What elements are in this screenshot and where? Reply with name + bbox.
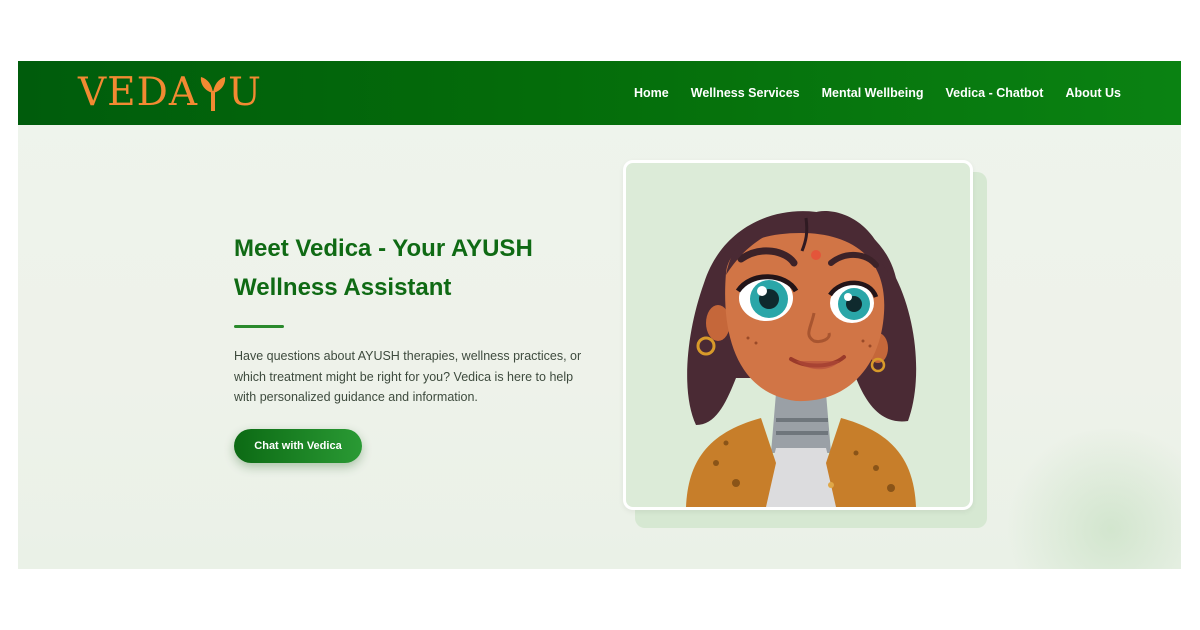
hero-content: Meet Vedica - Your AYUSH Wellness Assist… — [234, 229, 614, 463]
title-divider — [234, 325, 284, 328]
nav-vedica-chatbot[interactable]: Vedica - Chatbot — [946, 86, 1044, 100]
leaf-icon — [198, 73, 228, 113]
logo-text-left: VEDA — [78, 70, 199, 115]
navbar: VEDA U Home Wellness Services Mental Wel… — [18, 61, 1181, 125]
nav-mental-wellbeing[interactable]: Mental Wellbeing — [822, 86, 924, 100]
vedica-avatar-icon — [686, 210, 917, 507]
nav-wellness-services[interactable]: Wellness Services — [691, 86, 800, 100]
nav-home[interactable]: Home — [634, 86, 669, 100]
background-glow — [1001, 429, 1181, 569]
nav-about-us[interactable]: About Us — [1065, 86, 1121, 100]
page-frame: VEDA U Home Wellness Services Mental Wel… — [18, 61, 1181, 569]
vedica-avatar-card — [623, 160, 973, 510]
main-nav: Home Wellness Services Mental Wellbeing … — [634, 61, 1121, 125]
hero-title: Meet Vedica - Your AYUSH Wellness Assist… — [234, 235, 533, 301]
logo-text-right: U — [228, 70, 262, 115]
vedayu-logo[interactable]: VEDA U — [78, 71, 262, 115]
chat-with-vedica-button[interactable]: Chat with Vedica — [234, 428, 362, 463]
hero-description: Have questions about AYUSH therapies, we… — [234, 349, 582, 404]
